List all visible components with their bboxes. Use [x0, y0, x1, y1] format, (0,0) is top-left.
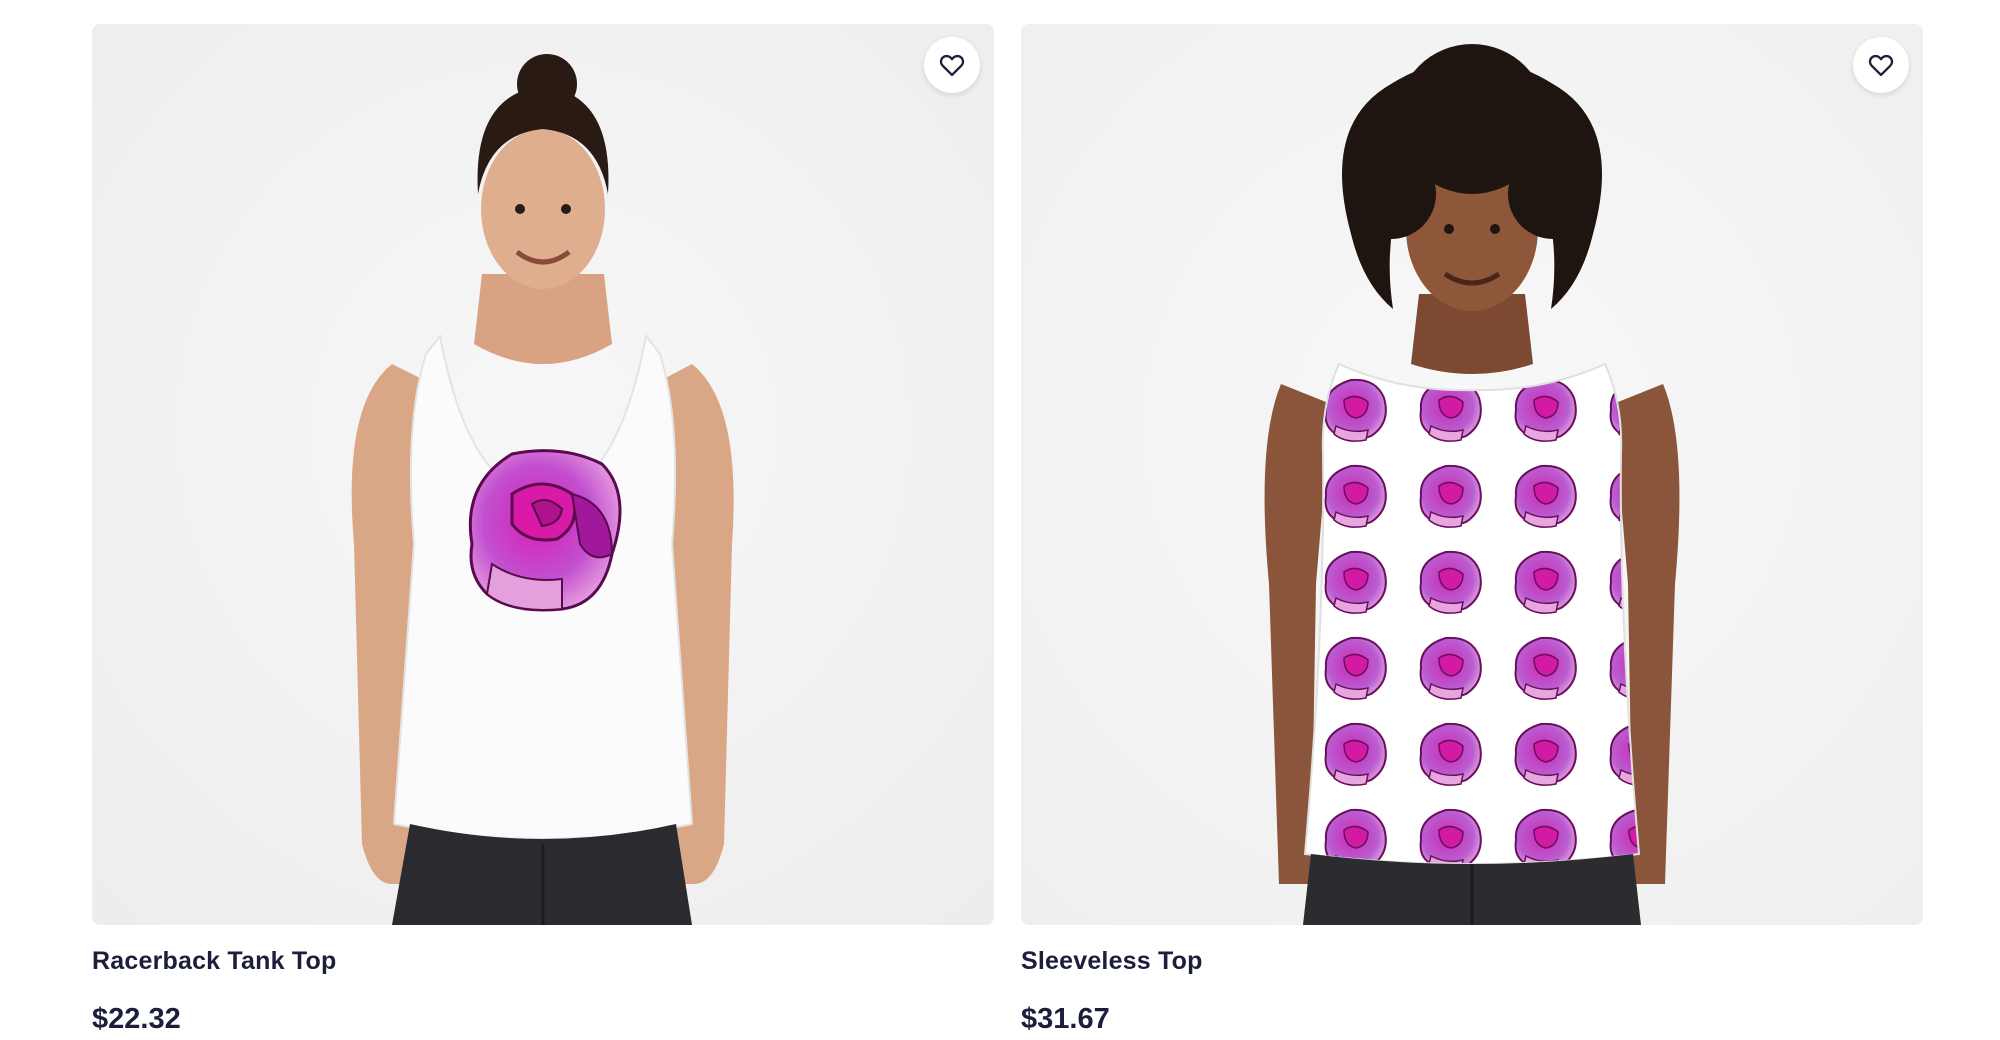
favorite-button[interactable]: [924, 37, 980, 93]
product-grid: Racerback Tank Top $22.32 Sleeveless Top…: [92, 24, 1923, 1035]
favorite-button[interactable]: [1853, 37, 1909, 93]
product-price: $22.32: [92, 1003, 181, 1035]
product-title[interactable]: Sleeveless Top: [1021, 945, 1923, 977]
product-image-wrap[interactable]: [1021, 24, 1923, 925]
heart-outline-icon: [939, 54, 965, 77]
heart-outline-icon: [1868, 54, 1894, 77]
product-card-racerback-tank-top[interactable]: Racerback Tank Top $22.32: [92, 24, 994, 1037]
product-image-wrap[interactable]: [92, 24, 994, 925]
product-card-sleeveless-top[interactable]: Sleeveless Top $31.67: [1021, 24, 1923, 1037]
product-title[interactable]: Racerback Tank Top: [92, 945, 994, 977]
product-image[interactable]: [1021, 24, 1923, 925]
product-image[interactable]: [92, 24, 994, 925]
product-price: $31.67: [1021, 1003, 1110, 1035]
